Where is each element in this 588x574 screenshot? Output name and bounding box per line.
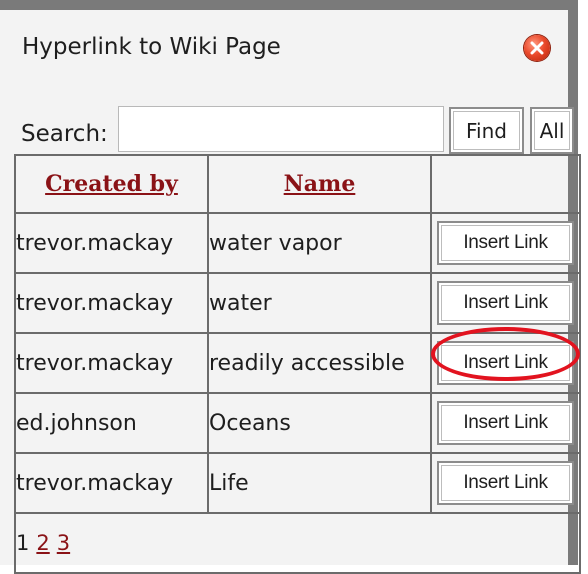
dialog-title: Hyperlink to Wiki Page <box>22 34 281 60</box>
search-label: Search: <box>21 121 108 147</box>
page-current: 1 <box>16 530 30 555</box>
insert-link-button[interactable]: Insert Link <box>437 401 574 445</box>
cell-action: Insert Link <box>430 272 581 334</box>
sort-created-by-link[interactable]: Created by <box>45 171 178 197</box>
cell-name: readily accessible <box>207 332 432 394</box>
table-header-row: Created by Name <box>14 154 581 214</box>
dialog-titlebar: Hyperlink to Wiki Page <box>0 10 568 82</box>
cell-name: Life <box>207 452 432 514</box>
cell-created-by: ed.johnson <box>14 392 209 454</box>
cell-created-by: trevor.mackay <box>14 212 209 274</box>
cell-action: Insert Link <box>430 452 581 514</box>
results-table: Created by Name trevor.mackay water vapo… <box>14 154 581 574</box>
header-action <box>430 154 581 214</box>
insert-link-button[interactable]: Insert Link <box>437 221 574 265</box>
insert-link-button[interactable]: Insert Link <box>437 341 574 385</box>
cell-name: water <box>207 272 432 334</box>
cell-action: Insert Link <box>430 212 581 274</box>
header-created-by: Created by <box>14 154 209 214</box>
pagination: 123 <box>14 512 581 574</box>
pagination-row: 123 <box>14 512 581 574</box>
table-row: ed.johnson Oceans Insert Link <box>14 392 581 454</box>
table-row: trevor.mackay readily accessible Insert … <box>14 332 581 394</box>
cell-action: Insert Link <box>430 332 581 394</box>
cell-created-by: trevor.mackay <box>14 452 209 514</box>
header-name: Name <box>207 154 432 214</box>
insert-link-button[interactable]: Insert Link <box>437 281 574 325</box>
table-row: trevor.mackay water vapor Insert Link <box>14 212 581 274</box>
cell-name: Oceans <box>207 392 432 454</box>
table-row: trevor.mackay water Insert Link <box>14 272 581 334</box>
all-button[interactable]: All <box>530 107 574 154</box>
find-button[interactable]: Find <box>449 107 524 154</box>
cell-created-by: trevor.mackay <box>14 332 209 394</box>
sort-name-link[interactable]: Name <box>284 171 356 197</box>
insert-link-button[interactable]: Insert Link <box>437 461 574 505</box>
table-row: trevor.mackay Life Insert Link <box>14 452 581 514</box>
search-input[interactable] <box>118 106 444 152</box>
cell-created-by: trevor.mackay <box>14 272 209 334</box>
cell-name: water vapor <box>207 212 432 274</box>
close-x-glyph <box>530 41 544 55</box>
page-link-2[interactable]: 2 <box>36 531 49 555</box>
page-link-3[interactable]: 3 <box>57 531 70 555</box>
cell-action: Insert Link <box>430 392 581 454</box>
close-icon[interactable] <box>524 35 550 61</box>
